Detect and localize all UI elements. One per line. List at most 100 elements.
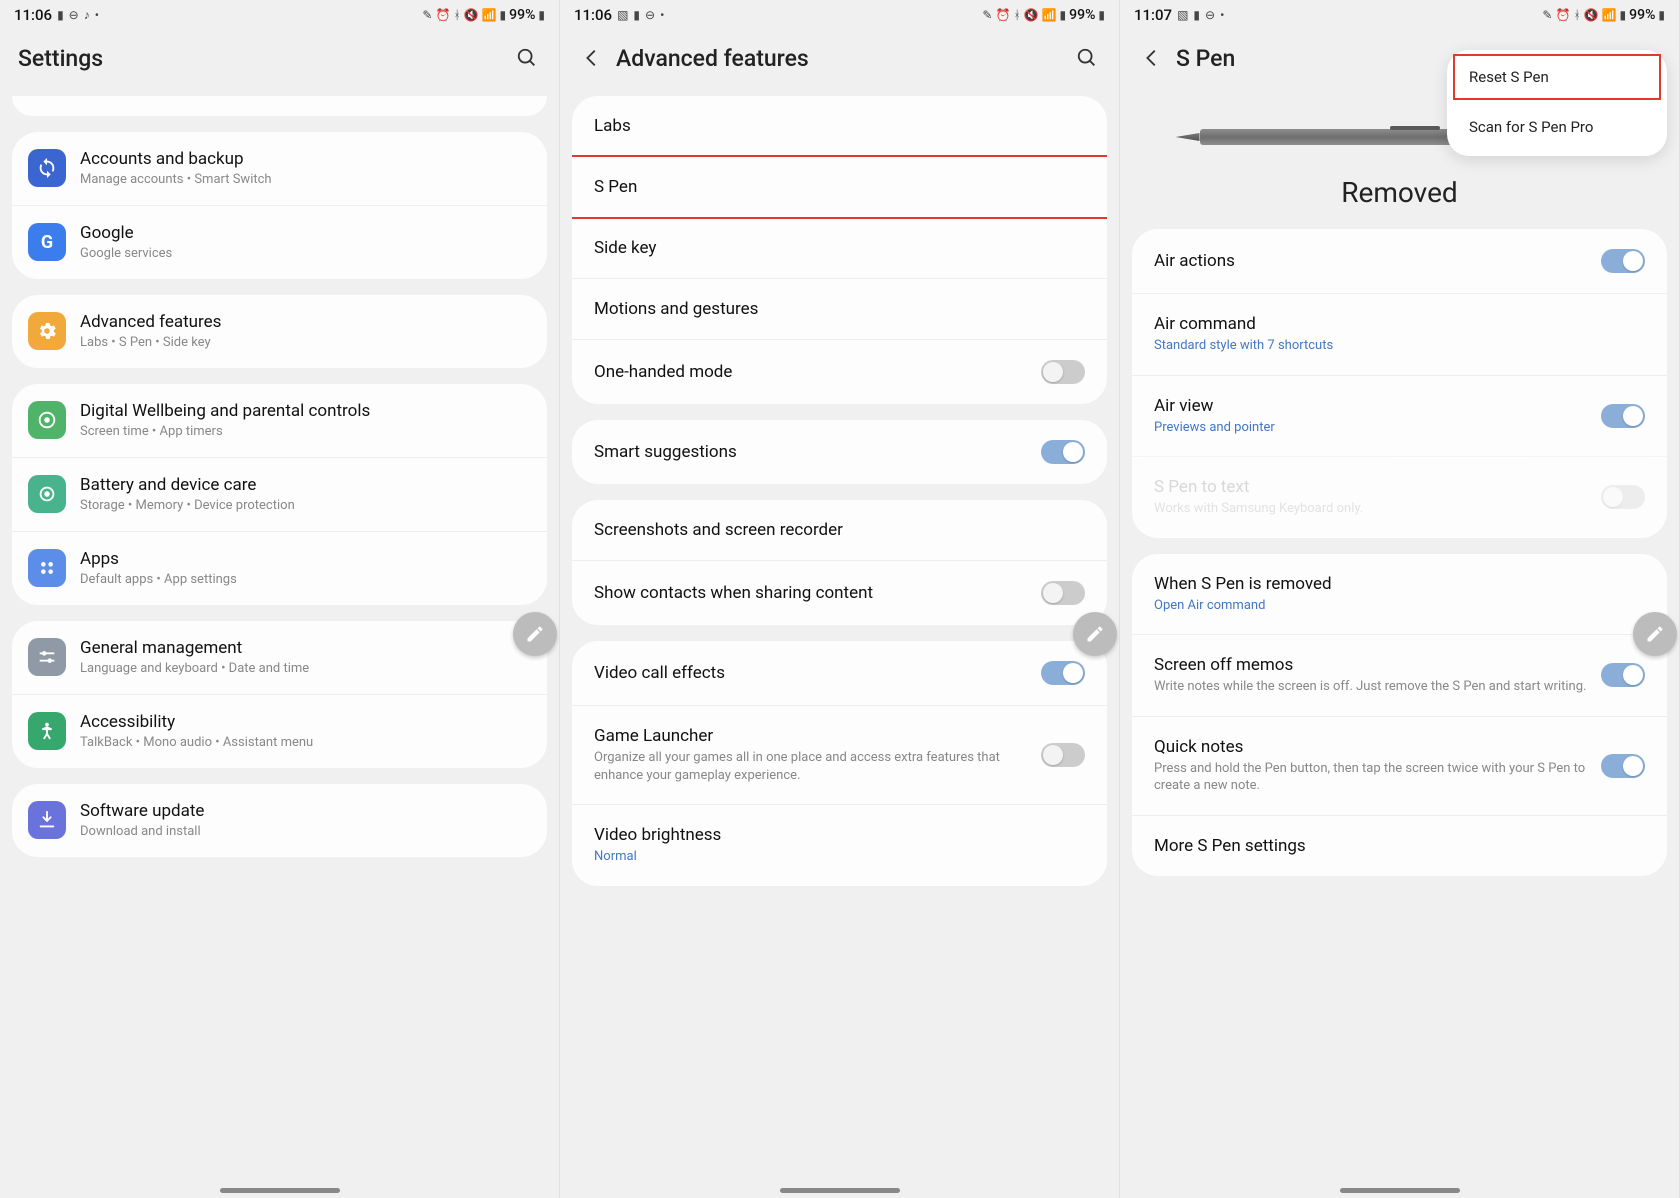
row-title: Quick notes	[1154, 737, 1591, 757]
edit-fab[interactable]	[513, 612, 557, 656]
row-one-handed[interactable]: One-handed mode	[572, 339, 1107, 404]
row-title: Screenshots and screen recorder	[594, 520, 1085, 540]
search-button[interactable]	[1073, 44, 1101, 72]
edit-icon: ✎	[982, 8, 992, 22]
screen-s-pen: 11:07 ▧ ▮ ⊖ • ✎ ⏰ ᚼ 🔇 📶 ▮ 99% ▮ S Pen Re…	[1120, 0, 1680, 1198]
row-game-launcher[interactable]: Game Launcher Organize all your games al…	[572, 705, 1107, 804]
status-bar: 11:06 ▮ ⊖ ♪ • ✎ ⏰ ᚼ 🔇 📶 ▮ 99% ▮	[0, 0, 559, 26]
row-title: Smart suggestions	[594, 442, 1031, 462]
page-title: Advanced features	[616, 45, 1073, 72]
row-title: S Pen	[594, 177, 1085, 197]
row-side-key[interactable]: Side key	[572, 217, 1107, 278]
toggle-video-call-effects[interactable]	[1041, 661, 1085, 685]
row-more-spen-settings[interactable]: More S Pen settings	[1132, 815, 1667, 876]
row-title: General management	[80, 637, 531, 659]
download-icon	[28, 801, 66, 839]
status-time: 11:07	[1134, 6, 1172, 24]
row-screen-off-memos[interactable]: Screen off memos Write notes while the s…	[1132, 634, 1667, 716]
row-advanced-features[interactable]: Advanced features Labs • S Pen • Side ke…	[12, 295, 547, 368]
screen-settings: 11:06 ▮ ⊖ ♪ • ✎ ⏰ ᚼ 🔇 📶 ▮ 99% ▮ Settings…	[0, 0, 560, 1198]
row-sub: Manage accounts • Smart Switch	[80, 172, 531, 189]
toggle-quick-notes[interactable]	[1601, 754, 1645, 778]
dnd-icon: ⊖	[645, 8, 655, 22]
nfc-icon: ▮	[1193, 8, 1200, 22]
page-title: Settings	[18, 45, 513, 72]
row-title: Air actions	[1154, 251, 1591, 271]
row-software-update[interactable]: Software update Download and install	[12, 784, 547, 857]
card-smart-suggestions: Smart suggestions	[572, 420, 1107, 484]
row-apps[interactable]: Apps Default apps • App settings	[12, 531, 547, 605]
row-sub: Standard style with 7 shortcuts	[1154, 337, 1645, 355]
row-title: Show contacts when sharing content	[594, 583, 1031, 603]
card-labs-spen: Labs S Pen Side key Motions and gestures…	[572, 96, 1107, 404]
row-air-actions[interactable]: Air actions	[1132, 229, 1667, 293]
row-general-management[interactable]: General management Language and keyboard…	[12, 621, 547, 694]
row-title: Accessibility	[80, 711, 531, 733]
nav-pill[interactable]	[780, 1188, 900, 1193]
accessibility-icon	[28, 712, 66, 750]
search-button[interactable]	[513, 44, 541, 72]
row-sub: Google services	[80, 246, 531, 263]
row-sub: Screen time • App timers	[80, 424, 531, 441]
edit-icon: ✎	[1542, 8, 1552, 22]
back-button[interactable]	[578, 44, 606, 72]
toggle-air-view[interactable]	[1601, 404, 1645, 428]
row-quick-notes[interactable]: Quick notes Press and hold the Pen butto…	[1132, 716, 1667, 815]
toggle-air-actions[interactable]	[1601, 249, 1645, 273]
row-video-call-effects[interactable]: Video call effects	[572, 641, 1107, 705]
back-button[interactable]	[1138, 44, 1166, 72]
row-screenshots-recorder[interactable]: Screenshots and screen recorder	[572, 500, 1107, 560]
row-video-brightness[interactable]: Video brightness Normal	[572, 804, 1107, 886]
row-when-removed[interactable]: When S Pen is removed Open Air command	[1132, 554, 1667, 635]
row-title: S Pen to text	[1154, 477, 1591, 497]
battery-care-icon	[28, 475, 66, 513]
row-title: More S Pen settings	[1154, 836, 1645, 856]
toggle-show-contacts[interactable]	[1041, 581, 1085, 605]
bluetooth-icon: ᚼ	[453, 8, 460, 22]
header: Advanced features	[560, 26, 1119, 96]
row-air-view[interactable]: Air view Previews and pointer	[1132, 375, 1667, 457]
nfc-icon: ▮	[57, 8, 64, 22]
row-title: Air view	[1154, 396, 1591, 416]
nav-pill[interactable]	[220, 1188, 340, 1193]
toggle-one-handed[interactable]	[1041, 360, 1085, 384]
image-icon: ▧	[617, 8, 628, 22]
row-digital-wellbeing[interactable]: Digital Wellbeing and parental controls …	[12, 384, 547, 457]
row-title: Google	[80, 222, 531, 244]
row-spen[interactable]: S Pen	[572, 156, 1107, 217]
status-time: 11:06	[14, 6, 52, 24]
menu-reset-spen[interactable]: Reset S Pen	[1453, 54, 1661, 100]
row-sub: Open Air command	[1154, 597, 1645, 615]
vibrate-icon: 🔇	[1024, 8, 1039, 22]
row-accounts-backup[interactable]: Accounts and backup Manage accounts • Sm…	[12, 132, 547, 205]
row-smart-suggestions[interactable]: Smart suggestions	[572, 420, 1107, 484]
status-bar: 11:06 ▧ ▮ ⊖ • ✎ ⏰ ᚼ 🔇 📶 ▮ 99% ▮	[560, 0, 1119, 26]
row-sub: Works with Samsung Keyboard only.	[1154, 500, 1591, 518]
toggle-game-launcher[interactable]	[1041, 743, 1085, 767]
google-icon: G	[28, 223, 66, 261]
row-sub: TalkBack • Mono audio • Assistant menu	[80, 735, 531, 752]
toggle-smart-suggestions[interactable]	[1041, 440, 1085, 464]
row-motions-gestures[interactable]: Motions and gestures	[572, 278, 1107, 339]
spen-status: Removed	[1134, 176, 1665, 209]
row-accessibility[interactable]: Accessibility TalkBack • Mono audio • As…	[12, 694, 547, 768]
edit-fab[interactable]	[1633, 612, 1677, 656]
row-show-contacts-sharing[interactable]: Show contacts when sharing content	[572, 560, 1107, 625]
toggle-screen-off-memos[interactable]	[1601, 663, 1645, 687]
row-labs[interactable]: Labs	[572, 96, 1107, 156]
menu-scan-spen-pro[interactable]: Scan for S Pen Pro	[1447, 104, 1667, 150]
row-sub: Organize all your games all in one place…	[594, 749, 1031, 784]
prev-card-sliver	[12, 96, 547, 116]
row-title: Screen off memos	[1154, 655, 1591, 675]
row-air-command[interactable]: Air command Standard style with 7 shortc…	[1132, 293, 1667, 375]
alarm-icon: ⏰	[435, 8, 450, 22]
vibrate-icon: 🔇	[464, 8, 479, 22]
edit-fab[interactable]	[1073, 612, 1117, 656]
nav-pill[interactable]	[1340, 1188, 1460, 1193]
sliders-icon	[28, 638, 66, 676]
row-battery-care[interactable]: Battery and device care Storage • Memory…	[12, 457, 547, 531]
card-spen-behavior: When S Pen is removed Open Air command S…	[1132, 554, 1667, 876]
row-google[interactable]: G Google Google services	[12, 205, 547, 279]
battery-icon: ▮	[1098, 8, 1105, 22]
dnd-icon: ⊖	[69, 8, 79, 22]
